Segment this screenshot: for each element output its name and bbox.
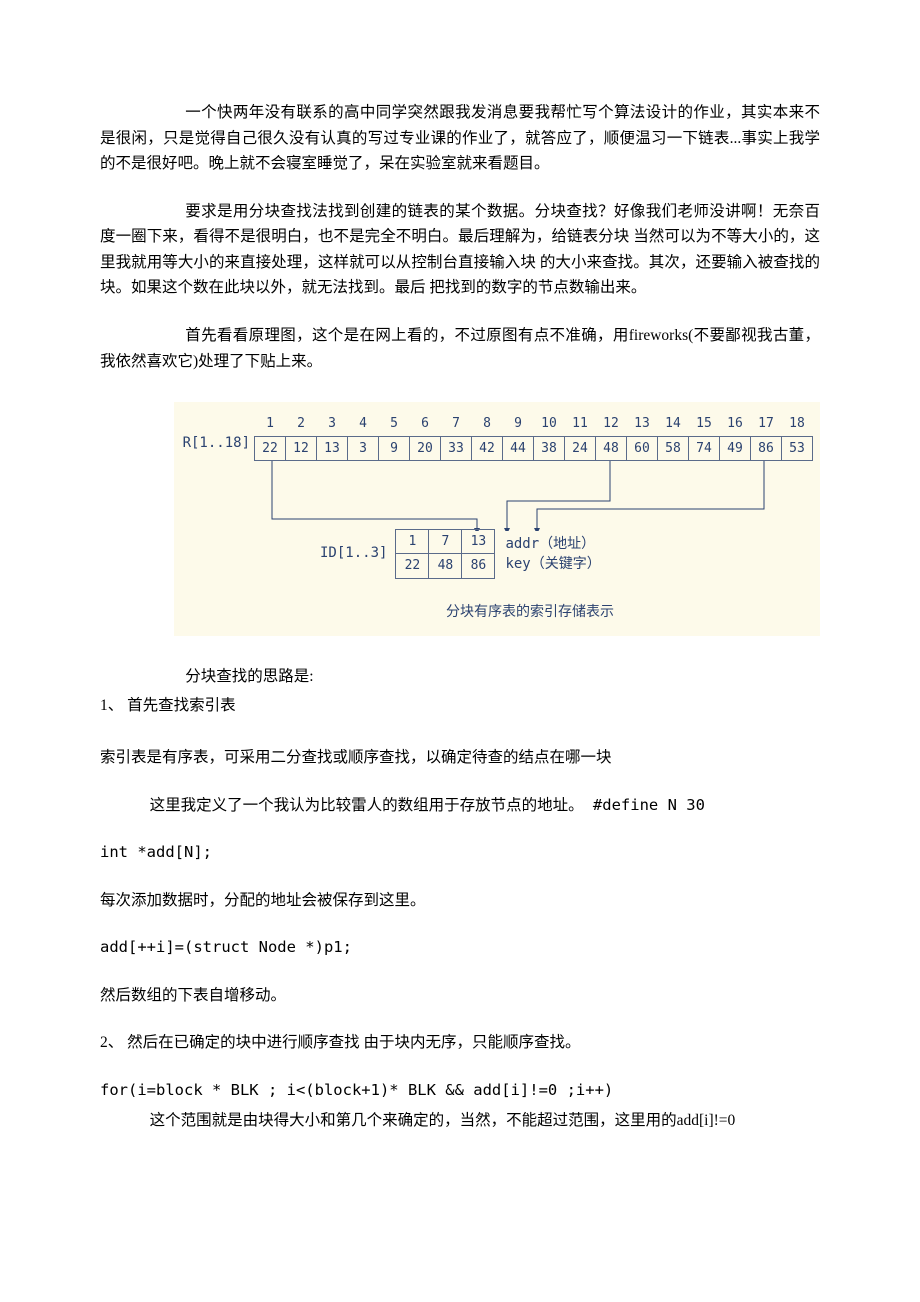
code-line-1: int *add[N]; (100, 840, 820, 866)
r-idx: 16 (720, 412, 751, 436)
r-val: 13 (317, 436, 348, 460)
r-val: 48 (596, 436, 627, 460)
paragraph-2: 要求是用分块查找法找到创建的链表的某个数据。分块查找？好像我们老师没讲啊！无奈百… (100, 199, 820, 301)
r-idx: 1 (255, 412, 286, 436)
r-idx: 14 (658, 412, 689, 436)
pointer-arrows-icon (180, 461, 820, 531)
paragraph-6: 这里我定义了一个我认为比较雷人的数组用于存放节点的地址。 #define N 3… (100, 793, 820, 819)
paragraph-7: 每次添加数据时，分配的地址会被保存到这里。 (100, 888, 820, 914)
id-key: 22 (396, 554, 429, 578)
r-idx: 13 (627, 412, 658, 436)
r-val: 60 (627, 436, 658, 460)
r-idx: 12 (596, 412, 627, 436)
r-val: 44 (503, 436, 534, 460)
r-val: 9 (379, 436, 410, 460)
document-page: 一个快两年没有联系的高中同学突然跟我发消息要我帮忙写个算法设计的作业，其实本来不… (0, 0, 920, 1215)
index-search-figure: R[1..18] 1 2 3 4 5 6 7 8 9 10 11 12 (174, 402, 820, 636)
r-val: 24 (565, 436, 596, 460)
id-array-label: ID[1..3] (320, 542, 387, 565)
r-val: 12 (286, 436, 317, 460)
r-val: 42 (472, 436, 503, 460)
figure-caption: 分块有序表的索引存储表示 (240, 601, 820, 624)
r-idx: 11 (565, 412, 596, 436)
r-array-table: 1 2 3 4 5 6 7 8 9 10 11 12 13 14 (254, 412, 813, 461)
r-idx: 10 (534, 412, 565, 436)
code-line-3: for(i=block * BLK ; i<(block+1)* BLK && … (100, 1078, 820, 1104)
id-annotations: addr（地址） key（关键字） (505, 534, 600, 574)
r-idx: 8 (472, 412, 503, 436)
code-line-2: add[++i]=(struct Node *)p1; (100, 935, 820, 961)
paragraph-4: 分块查找的思路是: (100, 664, 820, 690)
key-annotation: key（关键字） (505, 554, 600, 574)
r-val: 53 (782, 436, 813, 460)
paragraph-9: 这个范围就是由块得大小和第几个来确定的，当然，不能超过范围，这里用的add[i]… (100, 1108, 820, 1134)
paragraph-3: 首先看看原理图，这个是在网上看的，不过原图有点不准确，用fireworks(不要… (100, 323, 820, 374)
id-key: 86 (462, 554, 495, 578)
r-val: 33 (441, 436, 472, 460)
figure-container: R[1..18] 1 2 3 4 5 6 7 8 9 10 11 12 (100, 402, 820, 636)
list-item-1: 1、 首先查找索引表 (100, 693, 820, 719)
id-addr: 1 (396, 529, 429, 553)
r-idx: 5 (379, 412, 410, 436)
r-array-label: R[1..18] (180, 432, 254, 454)
addr-annotation: addr（地址） (505, 534, 600, 554)
r-val: 20 (410, 436, 441, 460)
r-val: 3 (348, 436, 379, 460)
id-array-table: 1 7 13 22 48 86 (395, 529, 495, 579)
r-val: 74 (689, 436, 720, 460)
r-idx: 15 (689, 412, 720, 436)
r-value-row: 22 12 13 3 9 20 33 42 44 38 24 48 60 58 (255, 436, 813, 460)
id-addr: 7 (429, 529, 462, 553)
r-idx: 3 (317, 412, 348, 436)
r-val: 86 (751, 436, 782, 460)
r-val: 58 (658, 436, 689, 460)
list-item-2: 2、 然后在已确定的块中进行顺序查找 由于块内无序，只能顺序查找。 (100, 1030, 820, 1056)
r-val: 49 (720, 436, 751, 460)
r-idx: 9 (503, 412, 534, 436)
id-addr: 13 (462, 529, 495, 553)
paragraph-1: 一个快两年没有联系的高中同学突然跟我发消息要我帮忙写个算法设计的作业，其实本来不… (100, 100, 820, 177)
r-val: 22 (255, 436, 286, 460)
r-idx: 2 (286, 412, 317, 436)
r-idx: 4 (348, 412, 379, 436)
r-idx: 18 (782, 412, 813, 436)
r-idx: 6 (410, 412, 441, 436)
r-idx: 7 (441, 412, 472, 436)
id-key: 48 (429, 554, 462, 578)
r-index-row: 1 2 3 4 5 6 7 8 9 10 11 12 13 14 (255, 412, 813, 436)
paragraph-5: 索引表是有序表，可采用二分查找或顺序查找，以确定待查的结点在哪一块 (100, 745, 820, 771)
r-val: 38 (534, 436, 565, 460)
id-array-row: ID[1..3] 1 7 13 22 48 86 addr（地址） key (180, 529, 820, 579)
paragraph-8: 然后数组的下表自增移动。 (100, 983, 820, 1009)
r-idx: 17 (751, 412, 782, 436)
